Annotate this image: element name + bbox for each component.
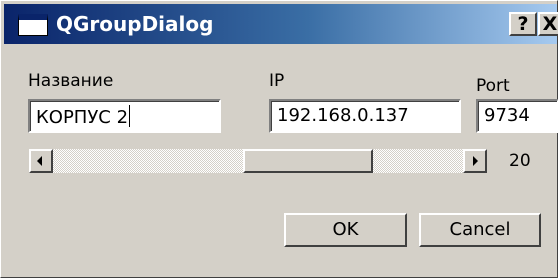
qgroup-dialog: QGroupDialog ? X Название IP Port КОРПУС… xyxy=(0,0,558,278)
name-field-value: КОРПУС 2 xyxy=(36,107,129,128)
name-label: Название xyxy=(28,71,114,91)
help-button[interactable]: ? xyxy=(509,12,537,36)
value-scrollbar[interactable] xyxy=(29,149,499,173)
port-field-value: 9734 xyxy=(484,105,530,126)
name-field[interactable]: КОРПУС 2 xyxy=(28,99,221,133)
scroll-left-arrow-icon xyxy=(37,156,42,166)
window-title: QGroupDialog xyxy=(56,12,214,36)
title-bar[interactable]: QGroupDialog ? X xyxy=(4,4,558,44)
scrollbar-value: 20 xyxy=(509,151,531,171)
port-label: Port xyxy=(476,76,510,96)
scrollbar-track[interactable] xyxy=(53,149,463,173)
scroll-left-button[interactable] xyxy=(29,149,53,173)
port-field[interactable]: 9734 xyxy=(476,99,558,133)
window-icon xyxy=(18,14,48,36)
cancel-button[interactable]: Cancel xyxy=(419,213,541,247)
close-button[interactable]: X xyxy=(538,12,558,36)
ip-field-value: 192.168.0.137 xyxy=(277,105,409,126)
ip-field[interactable]: 192.168.0.137 xyxy=(269,99,461,133)
scrollbar-thumb[interactable] xyxy=(243,149,373,173)
text-caret xyxy=(129,105,131,127)
scroll-right-arrow-icon xyxy=(473,156,478,166)
ok-button[interactable]: OK xyxy=(284,213,407,247)
ip-label: IP xyxy=(269,71,285,91)
scroll-right-button[interactable] xyxy=(463,149,487,173)
